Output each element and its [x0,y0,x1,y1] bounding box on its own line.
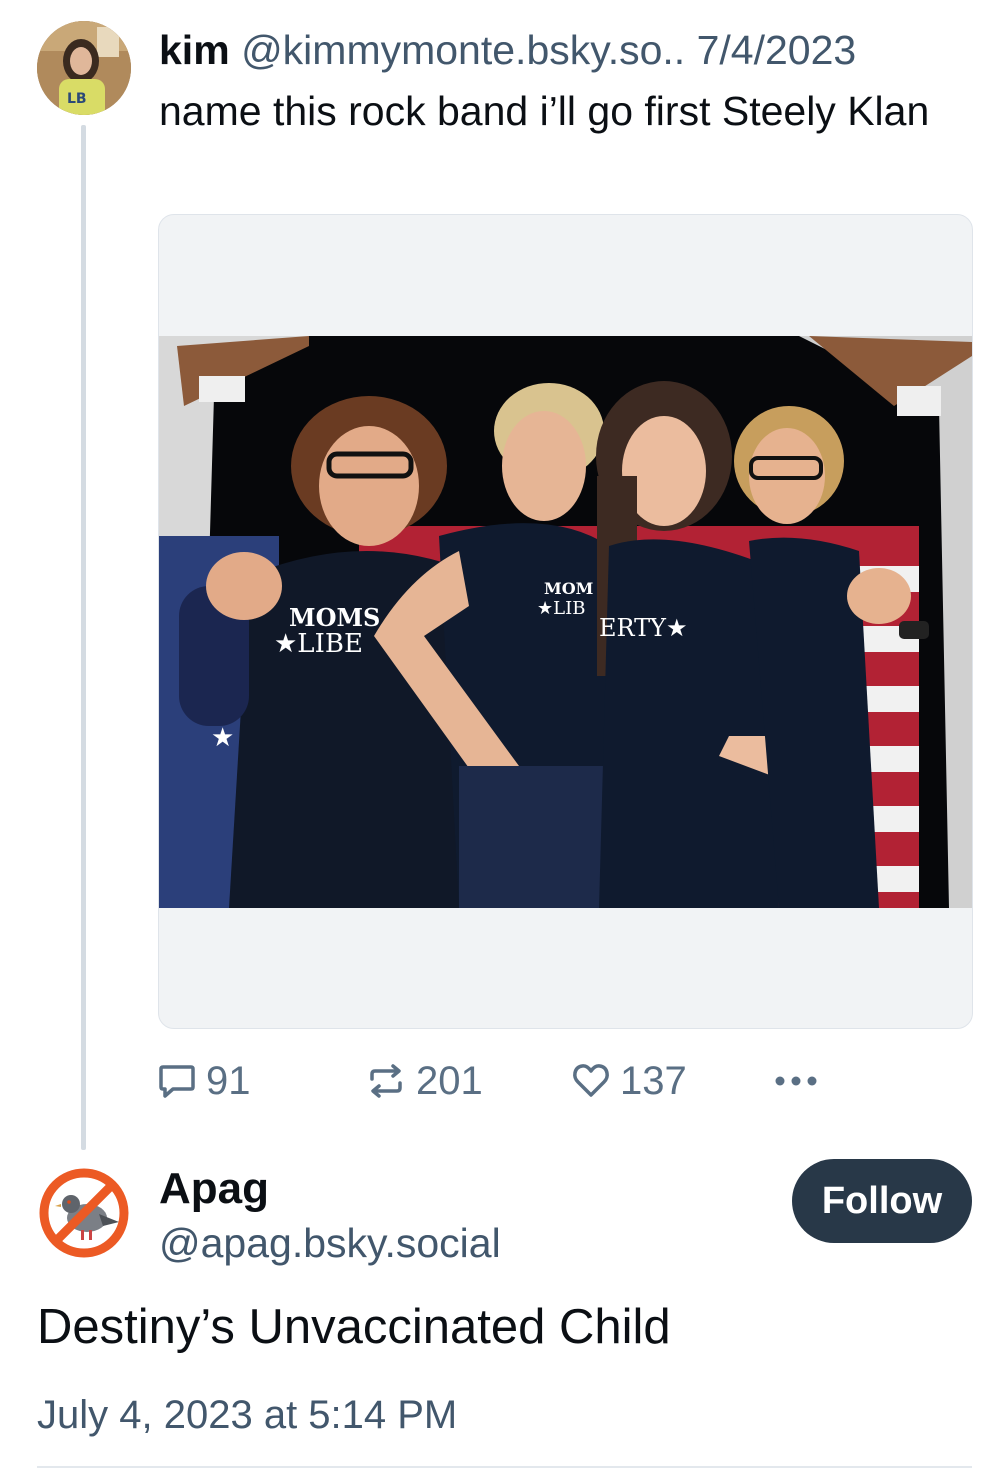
parent-post-actions: 91 201 137 [158,1056,838,1106]
shirt-text-1: MOMS [289,603,380,632]
reply-button[interactable]: 91 [158,1056,251,1106]
parent-post-text: name this rock band i’ll go first Steely… [159,88,930,134]
reply-bubble-icon [159,1065,195,1098]
shirt-text-2: ★LIBE [274,629,363,659]
repost-button[interactable]: 201 [366,1056,483,1106]
parent-author-name[interactable]: kim [159,27,230,73]
thread-connector-line [81,125,86,1150]
more-horizontal-icon [775,1076,817,1086]
like-count: 137 [620,1058,687,1103]
shirt-text-4: ERTY★ [599,614,688,642]
parent-author-handle[interactable]: @kimmymonte.bsky.so.. [241,27,685,73]
user-avatar-photo-icon: LB [37,21,131,115]
svg-text:MOM: MOM [544,579,593,598]
post-thread-view: LB kim @kimmymonte.bsky.so.. 7/4/2023 na… [0,0,1008,1472]
heart-icon [573,1064,609,1097]
repost-count: 201 [416,1058,483,1103]
follow-button[interactable]: Follow [792,1159,972,1243]
more-options-button[interactable] [774,1056,818,1106]
reply-author-avatar[interactable] [37,1166,131,1260]
parent-post-date[interactable]: 7/4/2023 [697,27,857,73]
parent-author-avatar[interactable]: LB [37,21,131,115]
reply-post-text: Destiny’s Unvaccinated Child [37,1300,671,1354]
no-pigeons-sign-icon [37,1166,131,1260]
embedded-image-card[interactable]: ★ MOMS ★LIBE MOM ★LIB ERTY★ [158,214,973,1029]
svg-text:★: ★ [211,723,234,753]
reply-count: 91 [206,1058,251,1103]
divider [37,1466,972,1468]
parent-post-header: kim @kimmymonte.bsky.so.. 7/4/2023 [159,24,979,76]
reply-author-name[interactable]: Apag [159,1162,269,1216]
reply-post-timestamp: July 4, 2023 at 5:14 PM [37,1393,458,1437]
repost-icon [370,1064,402,1098]
like-button[interactable]: 137 [572,1056,687,1106]
reply-author-handle[interactable]: @apag.bsky.social [159,1217,501,1269]
svg-text:LB: LB [67,91,87,107]
shirt-text-3: ★LIB [537,598,585,619]
header-separator [685,27,696,73]
group-photo[interactable]: ★ MOMS ★LIBE MOM ★LIB ERTY★ [159,336,972,908]
